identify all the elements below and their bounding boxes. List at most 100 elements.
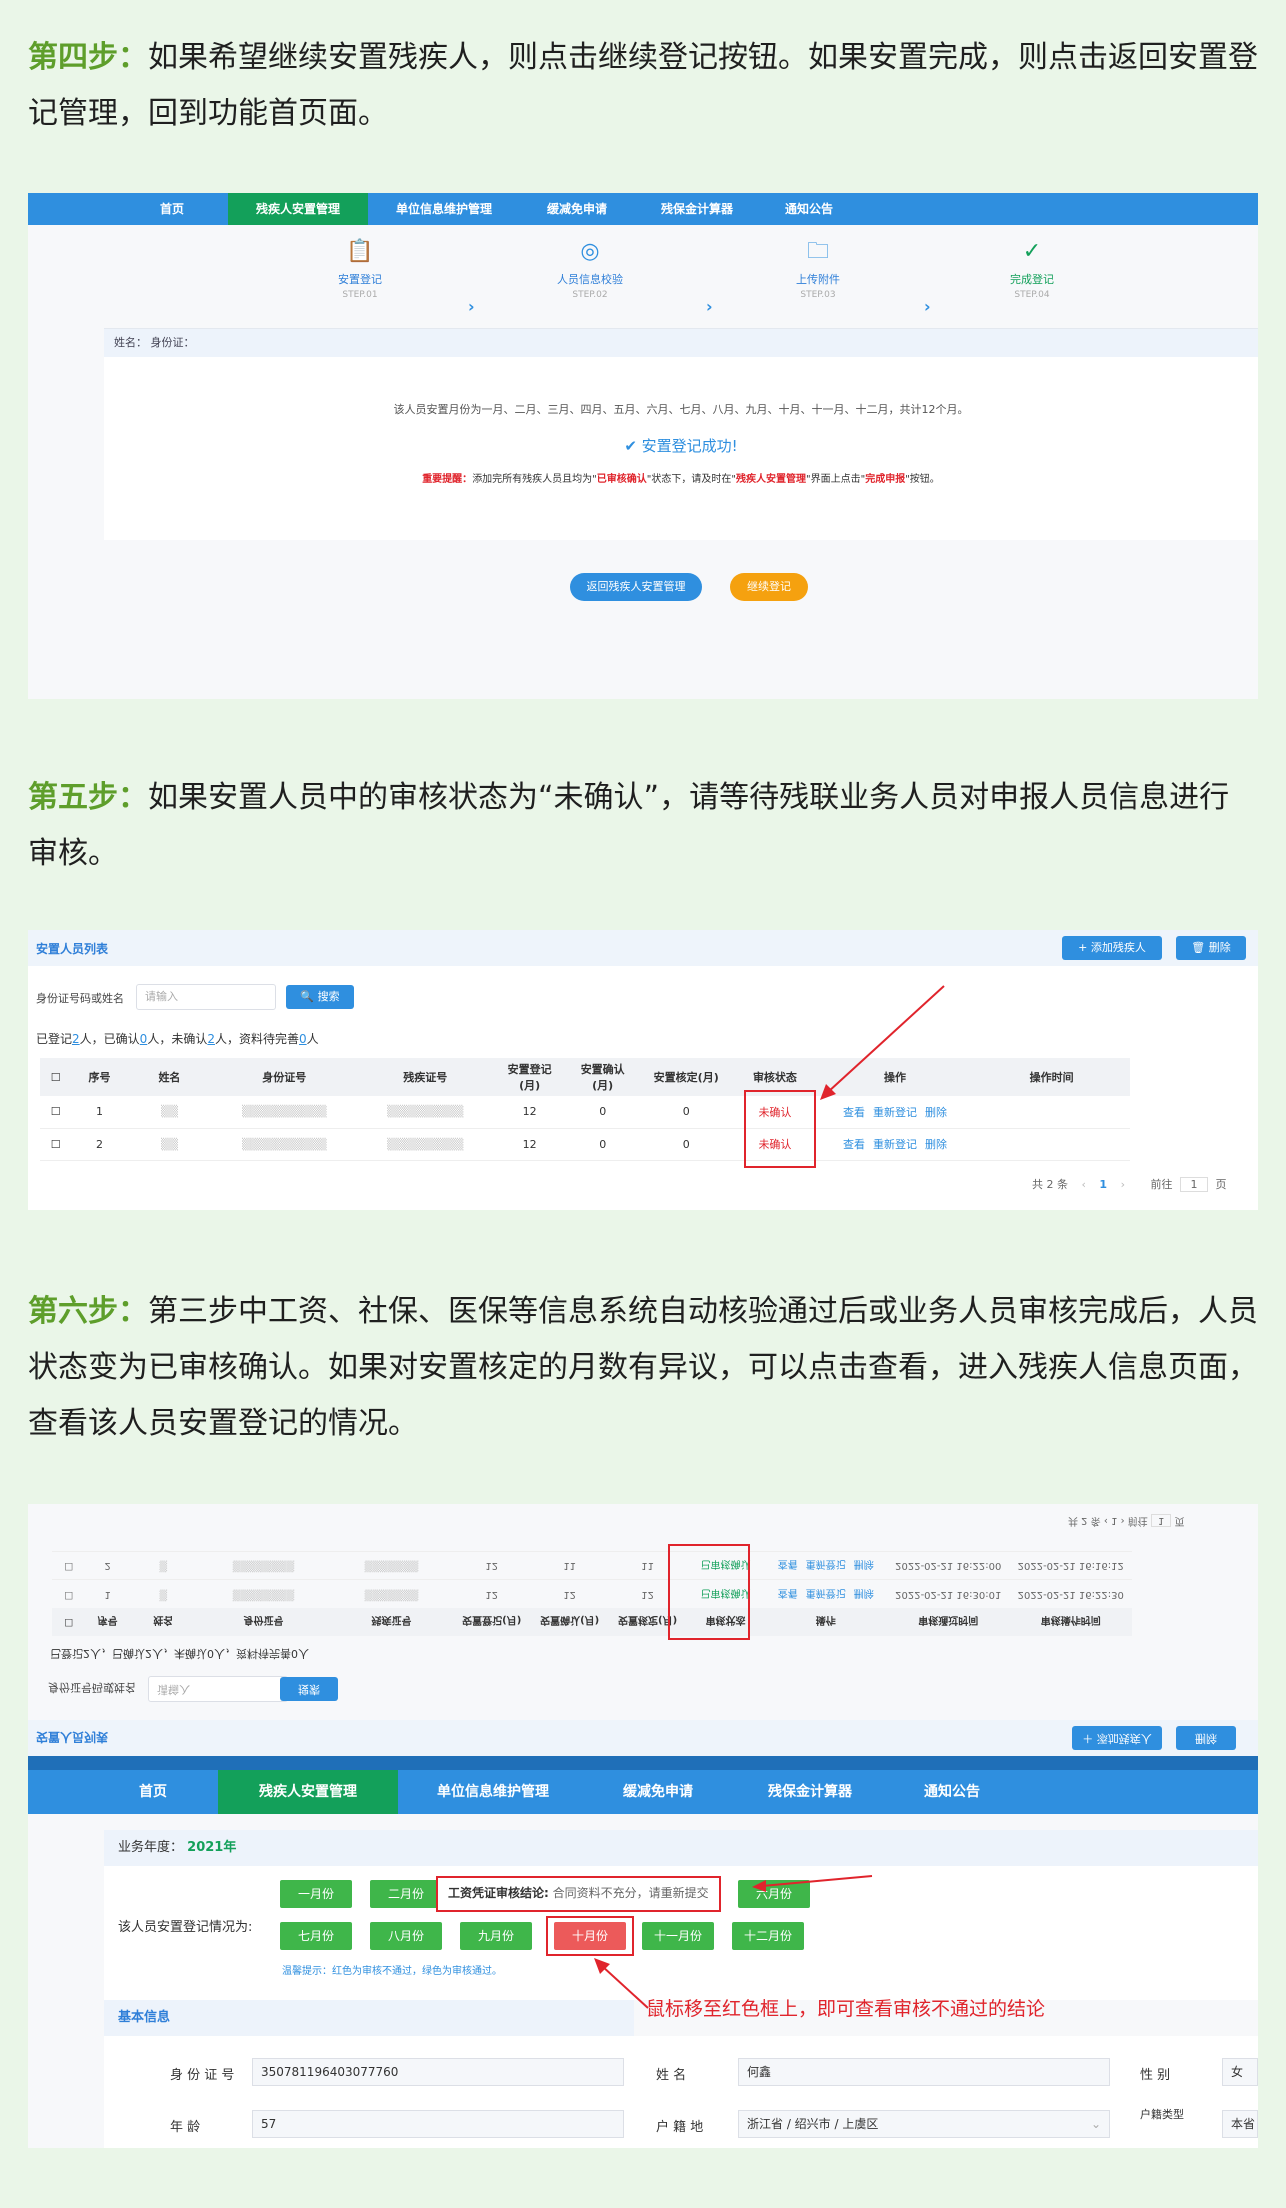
pager-input[interactable]: 1 [1179, 1177, 1208, 1192]
table-row[interactable]: ☐ 2 ▒▒ ▒▒▒▒▒▒▒▒▒▒ ▒▒▒▒▒▒▒▒▒ 12 0 0 未确认 查… [40, 1128, 1130, 1161]
flipped-content: 安置人员列表 ＋ 添加残疾人 删除 身份证号码或姓名 请输入 搜索 已登记2人，… [28, 1504, 1258, 1756]
name-field[interactable]: 何鑫 [738, 2058, 1110, 2086]
cell-no: 2 [71, 1128, 128, 1161]
column-header: 残疾证号 [357, 1058, 494, 1096]
registered-count[interactable]: 2 [72, 1032, 80, 1046]
column-header: 安置确认 (月) [566, 1058, 640, 1096]
delete-link[interactable]: 删除 [925, 1138, 947, 1151]
nav-home[interactable]: 首页 [88, 1770, 218, 1814]
success-text: 安置登记成功! [641, 437, 738, 455]
nav-calculator[interactable]: 残保金计算器 [634, 193, 760, 225]
cell-conf: 12 [530, 1580, 609, 1608]
sex-field[interactable]: 女 [1222, 2058, 1258, 2086]
nav-home[interactable]: 首页 [116, 193, 228, 225]
hukou-type-field[interactable]: 本省 [1222, 2110, 1258, 2138]
nav-disabled-placement[interactable]: 残疾人安置管理 [218, 1770, 398, 1814]
months-message: 该人员安置月份为一月、二月、三月、四月、五月、六月、七月、八月、九月、十月、十一… [393, 403, 969, 416]
reminder-prefix: 重要提醒： [422, 474, 473, 485]
cell-no: 1 [85, 1580, 130, 1608]
row-actions: 查看 重新登记 删除 [816, 1128, 974, 1161]
age-field[interactable]: 57 [252, 2110, 624, 2138]
age-label: 年 龄 [170, 2120, 201, 2135]
add-disabled-button[interactable]: ＋ 添加残疾人 [1072, 1726, 1162, 1750]
chevron-left-icon[interactable]: ‹ [1082, 1178, 1086, 1191]
status-highlight-box [668, 1544, 750, 1640]
view-link[interactable]: 查看 [843, 1138, 865, 1151]
search-input[interactable]: 请输入 [136, 984, 276, 1010]
cell-id-blurred: ▒▒▒▒▒▒▒▒▒▒ [211, 1128, 358, 1161]
table-row[interactable]: ☐ 1 ▒ ▒▒▒▒▒▒▒▒ ▒▒▒▒▒▒▒ 12 12 12 已审核确认 查看… [52, 1580, 1132, 1608]
month-feb[interactable]: 二月份 [370, 1880, 442, 1908]
reminder-highlight: 残疾人安置管理 [736, 474, 806, 485]
id-label: 身 份 证 号 [170, 2068, 235, 2083]
row-checkbox[interactable]: ☐ [40, 1128, 72, 1161]
hukou-label: 户 籍 地 [656, 2120, 704, 2135]
important-reminder: 重要提醒：添加完所有残疾人员且均为"已审核确认"状态下，请及时在"残疾人安置管理… [104, 470, 1258, 485]
month-aug[interactable]: 八月份 [370, 1922, 442, 1950]
cell-time: 2022-02-21 16:22:00 [887, 1552, 1010, 1580]
delete-button[interactable]: 🗑 删除 [1176, 936, 1246, 960]
search-label: 身份证号码或姓名 [48, 1681, 136, 1694]
cell-reg: 12 [452, 1580, 531, 1608]
list-header: 安置人员列表 + 添加残疾人 🗑 删除 [28, 930, 1258, 966]
nav-calculator[interactable]: 残保金计算器 [728, 1770, 892, 1814]
search-label: 身份证号码或姓名 [36, 992, 124, 1005]
list-header: 安置人员列表 ＋ 添加残疾人 删除 [28, 1720, 1258, 1756]
cell-time: 2022-02-21 16:22:30 [1009, 1580, 1132, 1608]
search-button[interactable]: 搜索 [280, 1677, 338, 1701]
unconfirmed-count[interactable]: 2 [207, 1032, 215, 1046]
table-row[interactable]: ☐ 2 ▒ ▒▒▒▒▒▒▒▒ ▒▒▒▒▒▒▒ 12 11 11 已审核确认 查看… [52, 1552, 1132, 1580]
month-dec[interactable]: 十二月份 [732, 1922, 804, 1950]
search-input[interactable]: 请输入 [148, 1676, 288, 1702]
wizard-step-name: 安置登记 [338, 273, 382, 286]
step6-label: 第六步： [28, 1294, 148, 1329]
nav-reduction[interactable]: 缓减免申请 [520, 193, 634, 225]
nav-notice[interactable]: 通知公告 [760, 193, 858, 225]
add-disabled-button[interactable]: + 添加残疾人 [1062, 936, 1162, 960]
row-checkbox[interactable]: ☐ [40, 1096, 72, 1129]
column-header: 序号 [85, 1608, 130, 1636]
wizard-step-sub: STEP.03 [800, 290, 836, 300]
cell-appr: 0 [639, 1128, 734, 1161]
wizard-step-name: 人员信息校验 [557, 273, 623, 286]
search-button[interactable]: 🔍 搜索 [286, 985, 354, 1009]
wizard-steps: 📋 安置登记 STEP.01 › ◎ 人员信息校验 STEP.02 › 🗀 上传… [28, 237, 1258, 317]
summary-part: 人，资料待完善 [214, 1032, 299, 1046]
month-nov[interactable]: 十一月份 [642, 1922, 714, 1950]
wizard-step-sub: STEP.02 [572, 290, 608, 300]
nav-reduction[interactable]: 缓减免申请 [588, 1770, 728, 1814]
table-row[interactable]: ☐ 1 ▒▒ ▒▒▒▒▒▒▒▒▒▒ ▒▒▒▒▒▒▒▒▒ 12 0 0 未确认 查… [40, 1096, 1130, 1129]
confirmed-table: ☐ 序号 姓名 身份证号 残疾证号 安置登记(月) 安置确认(月) 安置核定(月… [52, 1552, 1132, 1636]
nav-unit-info[interactable]: 单位信息维护管理 [398, 1770, 588, 1814]
reminder-part: "界面上点击" [806, 474, 866, 485]
delete-button[interactable]: 删除 [1176, 1726, 1236, 1750]
wizard-step-3: 🗀 上传附件 STEP.03 [758, 237, 878, 300]
step6-text: 第三步中工资、社保、医保等信息系统自动核验通过后或业务人员审核完成后，人员状态变… [28, 1294, 1258, 1441]
column-header: 残疾证号 [330, 1608, 453, 1636]
column-header: 姓名 [129, 1608, 197, 1636]
reregister-link[interactable]: 重新登记 [873, 1138, 917, 1151]
pagination: 共 2 条 ‹ 1 › 前往 1 页 [1032, 1176, 1226, 1192]
back-to-management-button[interactable]: 返回残疾人安置管理 [570, 573, 702, 601]
column-header: 姓名 [127, 1058, 212, 1096]
pending-count[interactable]: 0 [299, 1032, 307, 1046]
cell-appr: 0 [639, 1096, 734, 1129]
tooltip-text: 合同资料不充分，请重新提交 [552, 1886, 709, 1900]
pager-current-page[interactable]: 1 [1099, 1178, 1107, 1191]
nav-disabled-placement[interactable]: 残疾人安置管理 [228, 193, 368, 225]
cell-cert-blurred: ▒▒▒▒▒▒▒▒▒ [357, 1128, 494, 1161]
summary-part: 人，已确认 [79, 1032, 140, 1046]
chevron-right-icon[interactable]: › [1121, 1178, 1125, 1191]
month-jan[interactable]: 一月份 [280, 1880, 352, 1908]
cell-time [973, 1128, 1130, 1161]
audit-tooltip: 工资凭证审核结论: 合同资料不充分，请重新提交 [436, 1876, 721, 1912]
hukou-select[interactable]: 浙江省 / 绍兴市 / 上虞区 ⌄ [738, 2110, 1110, 2138]
column-header: 身份证号 [196, 1608, 331, 1636]
month-sep[interactable]: 九月份 [460, 1922, 532, 1950]
nav-notice[interactable]: 通知公告 [892, 1770, 1012, 1814]
nav-unit-info[interactable]: 单位信息维护管理 [368, 193, 520, 225]
select-all-checkbox[interactable]: ☐ [40, 1058, 72, 1096]
month-jul[interactable]: 七月份 [280, 1922, 352, 1950]
continue-register-button[interactable]: 继续登记 [730, 573, 808, 601]
id-field[interactable]: 350781196403077760 [252, 2058, 624, 2086]
